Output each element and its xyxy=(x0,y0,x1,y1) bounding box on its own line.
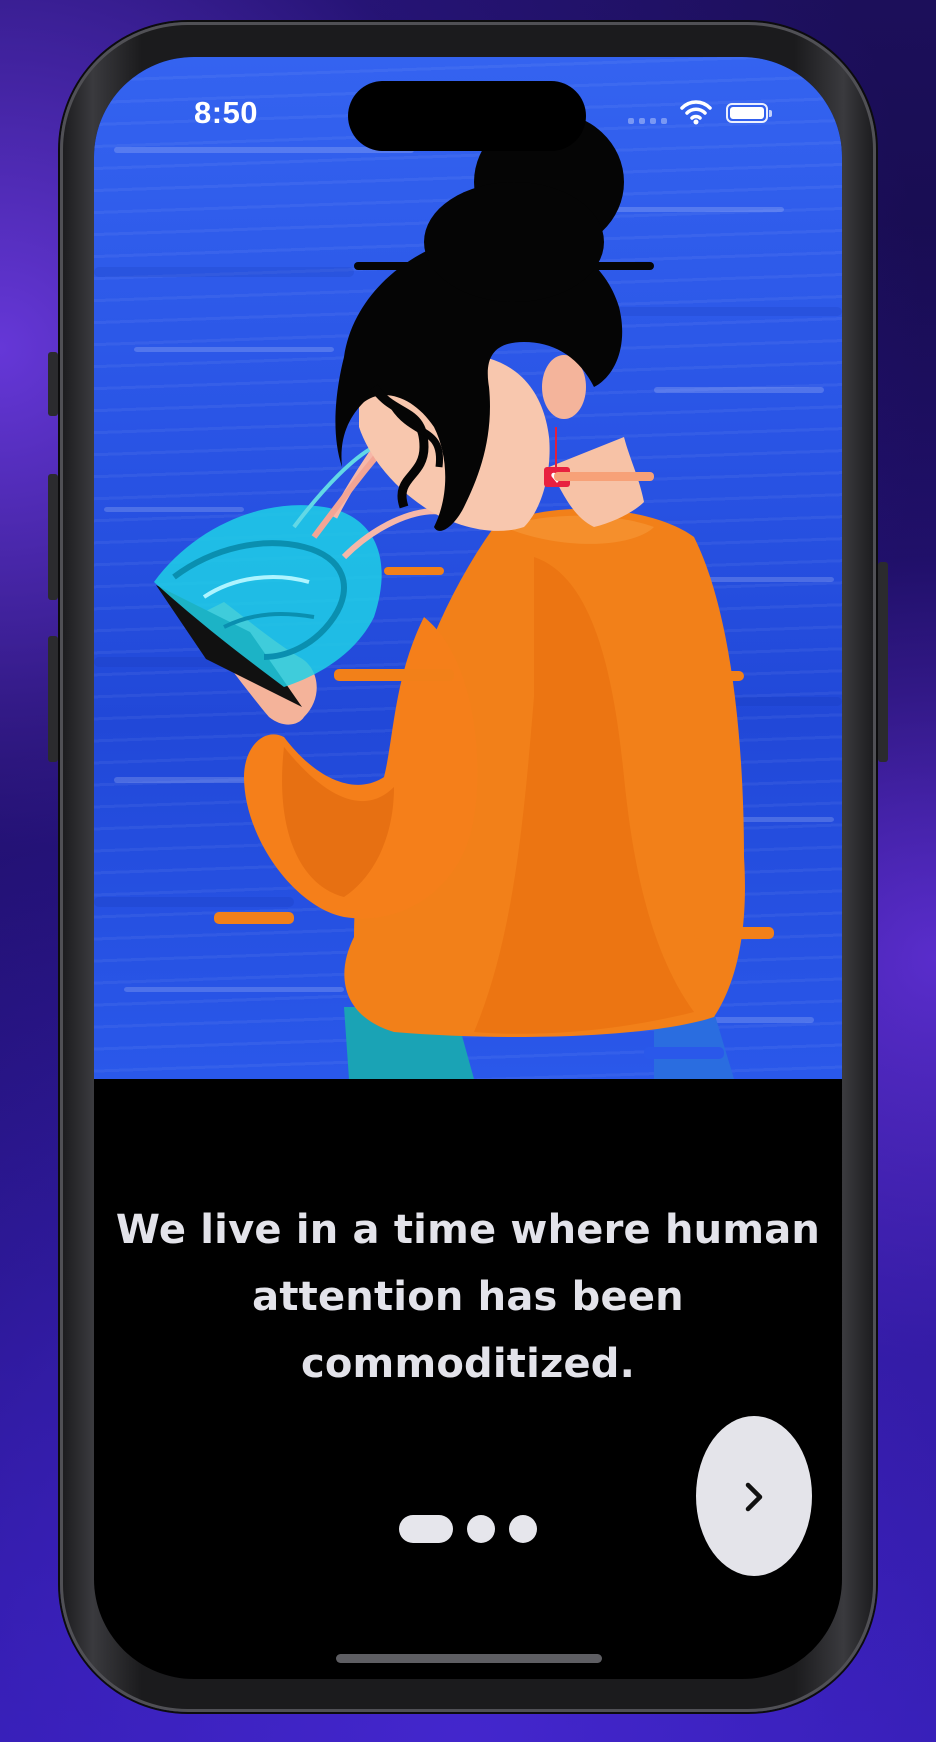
caption-line-1: We live in a time where human xyxy=(115,1207,821,1253)
home-indicator[interactable] xyxy=(336,1654,602,1663)
chevron-right-icon xyxy=(745,1482,763,1512)
page-indicator-dot[interactable] xyxy=(467,1515,495,1543)
caption-line-3: commoditized. xyxy=(300,1341,636,1387)
caption-line-2: attention has been xyxy=(252,1274,684,1320)
status-bar: 8:50 xyxy=(94,57,842,167)
onboarding-caption: We live in a time where human attention … xyxy=(114,1197,822,1398)
woman-reading-phone-illustration xyxy=(94,112,842,1079)
dynamic-island xyxy=(348,81,586,151)
page-indicator-dot-active[interactable] xyxy=(399,1515,453,1543)
battery-icon xyxy=(726,103,772,123)
status-time: 8:50 xyxy=(194,95,259,130)
page-indicator-dot[interactable] xyxy=(509,1515,537,1543)
power-button xyxy=(878,562,888,762)
hero-illustration: 8:50 xyxy=(94,57,842,1079)
wifi-icon xyxy=(680,100,712,125)
next-button[interactable] xyxy=(696,1416,812,1576)
signal-icon xyxy=(628,118,668,124)
volume-up-button xyxy=(48,474,58,600)
battery-level xyxy=(730,107,764,119)
volume-down-button xyxy=(48,636,58,762)
battery-cap xyxy=(769,110,772,117)
action-button xyxy=(48,352,58,416)
app-screen: 8:50 We live in a time where human atten… xyxy=(94,57,842,1679)
